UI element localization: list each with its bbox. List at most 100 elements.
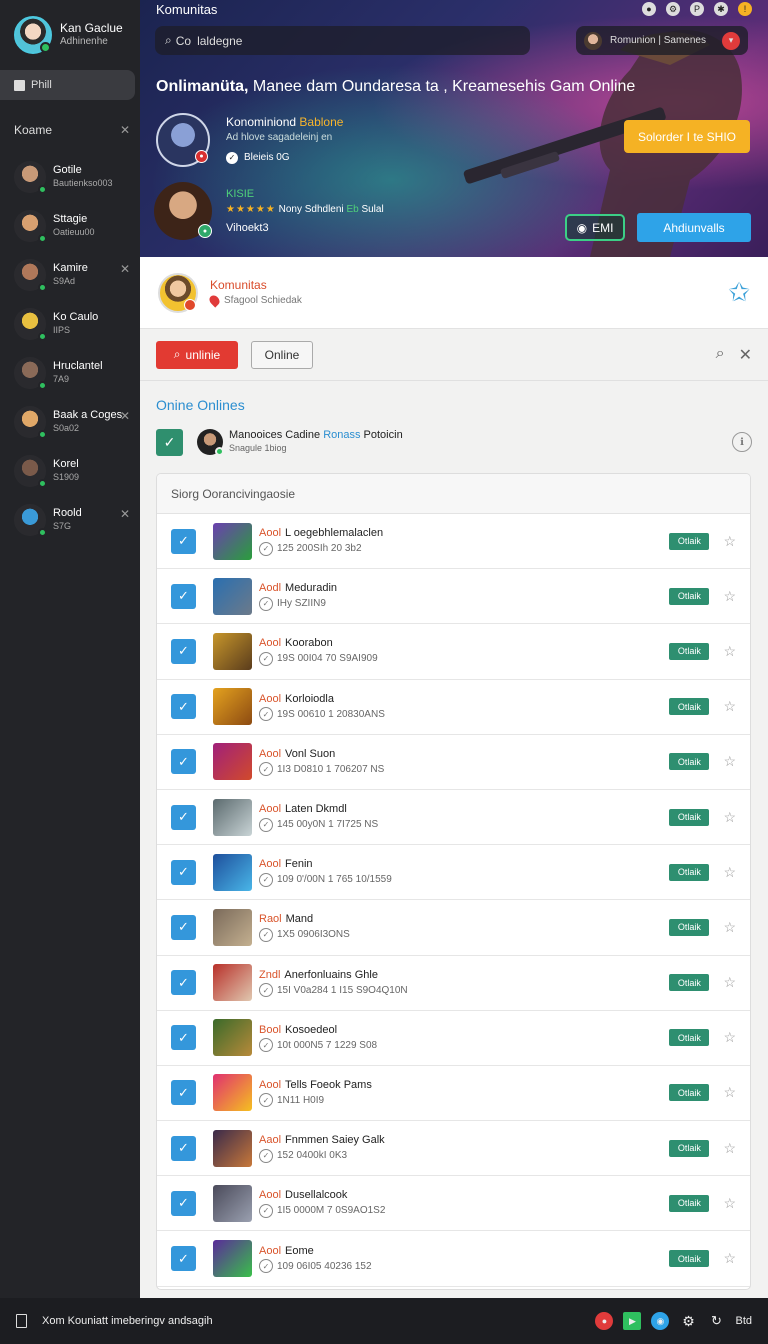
checkbox-checked-icon[interactable]: ✓ xyxy=(171,1135,196,1161)
checkbox-checked-icon[interactable]: ✓ xyxy=(171,583,196,609)
star-outline-icon[interactable]: ☆ xyxy=(723,919,736,936)
sidebar-item[interactable]: Kamire S9Ad ✕ xyxy=(0,250,140,299)
checkbox-checked-icon[interactable]: ✓ xyxy=(171,528,196,554)
sidebar-item[interactable]: Baak a Coges S0a02 ✕ xyxy=(0,397,140,446)
star-outline-icon[interactable]: ☆ xyxy=(723,643,736,660)
record-icon[interactable]: ● xyxy=(595,1312,614,1330)
star-outline-icon[interactable]: ☆ xyxy=(723,974,736,991)
play-icon[interactable]: ▶ xyxy=(623,1312,642,1330)
status-badge[interactable]: Otlaik xyxy=(669,1084,710,1102)
featured-member-2[interactable]: ● KISIE ★★★★★ Nony Sdhdleni Eb Sulal Vih… xyxy=(154,182,384,240)
file-icon[interactable] xyxy=(16,1314,27,1328)
contact-status: S7G xyxy=(53,520,72,531)
sidebar-item[interactable]: Hruclantel 7A9 xyxy=(0,348,140,397)
search-bar[interactable]: ⌕ Co xyxy=(155,26,530,55)
star-outline-icon[interactable]: ☆ xyxy=(723,1140,736,1157)
sidebar-item[interactable]: Roold S7G ✕ xyxy=(0,495,140,544)
star-outline-icon[interactable]: ☆ xyxy=(723,1084,736,1101)
emi-button[interactable]: ◉ EMI xyxy=(565,214,625,241)
table-row[interactable]: ✓ Aool Fenin ✓ 109 0'/00N 1 765 10/1559 Otlai… xyxy=(157,845,750,901)
checkbox-checked-icon[interactable]: ✓ xyxy=(171,1080,196,1106)
close-icon[interactable]: ✕ xyxy=(120,409,130,423)
sidebar-item[interactable]: Gotile Bautienkso003 xyxy=(0,152,140,201)
checkbox-checked-icon[interactable]: ✓ xyxy=(171,694,196,720)
close-icon[interactable]: ✕ xyxy=(120,507,130,521)
sidebar-primary-button[interactable]: Phill xyxy=(0,70,135,100)
status-badge[interactable]: Otlaik xyxy=(669,698,710,716)
checkbox-checked-icon[interactable]: ✓ xyxy=(171,638,196,664)
table-row[interactable]: ✓ Aool Eome ✓ 109 06I05 40236 152 Otlaik ☆ xyxy=(157,1231,750,1287)
checkbox-checked-icon[interactable]: ✓ xyxy=(156,428,183,456)
favorite-star-icon[interactable]: ✩ xyxy=(728,277,750,308)
sidebar-profile[interactable]: Kan Gaclue Adhinenhe xyxy=(0,0,140,70)
join-button[interactable]: Ahdiunvalls xyxy=(637,213,751,242)
gear-icon[interactable]: ✱ xyxy=(714,2,728,16)
status-badge[interactable]: Otlaik xyxy=(669,863,710,881)
checkbox-checked-icon[interactable]: ✓ xyxy=(171,804,196,830)
sidebar-item[interactable]: Sttagie Oatieuu00 xyxy=(0,201,140,250)
status-badge[interactable]: Otlaik xyxy=(669,974,710,992)
star-outline-icon[interactable]: ☆ xyxy=(723,809,736,826)
table-row[interactable]: ✓ Raol Mand ✓ 1X5 0906I3ONS Otlaik ☆ xyxy=(157,900,750,956)
checkbox-checked-icon[interactable]: ✓ xyxy=(171,1025,196,1051)
status-badge[interactable]: Otlaik xyxy=(669,587,710,605)
alert-icon[interactable]: ! xyxy=(738,2,752,16)
checkbox-checked-icon[interactable]: ✓ xyxy=(171,749,196,775)
status-badge[interactable]: Otlaik xyxy=(669,1250,710,1268)
close-icon[interactable]: ✕ xyxy=(120,123,130,137)
table-row[interactable]: ✓ Aool Tells Foeok Pams ✓ 1N11 H0I9 Otlaik ☆ xyxy=(157,1066,750,1122)
star-outline-icon[interactable]: ☆ xyxy=(723,1029,736,1046)
user-chip[interactable]: Romunion | Samenes ▾ xyxy=(576,26,748,55)
status-badge[interactable]: Otlaik xyxy=(669,918,710,936)
star-outline-icon[interactable]: ☆ xyxy=(723,533,736,550)
checkbox-checked-icon[interactable]: ✓ xyxy=(171,1190,196,1216)
table-row[interactable]: ✓ Aool Laten Dkmdl ✓ 145 00y0N 1 7I725 NS Otl… xyxy=(157,790,750,846)
sidebar-item[interactable]: Korel S1909 xyxy=(0,446,140,495)
table-row[interactable]: ✓ Aool Vonl Suon ✓ 1I3 D0810 1 706207 NS Otla… xyxy=(157,735,750,790)
star-outline-icon[interactable]: ☆ xyxy=(723,698,736,715)
status-badge[interactable]: Otlaik xyxy=(669,753,710,771)
close-icon[interactable]: ✕ xyxy=(739,345,752,365)
filter-primary-button[interactable]: ⌕ unlinie xyxy=(156,340,238,369)
table-row[interactable]: ✓ Aool Korloiodla ✓ 19S 00610 1 20830ANS Otla… xyxy=(157,680,750,735)
table-row[interactable]: ✓ Aodl Meduradin ✓ IHy SZIIN9 Otlaik ☆ xyxy=(157,569,750,625)
gear-icon[interactable]: ⚙ xyxy=(679,1312,697,1330)
star-outline-icon[interactable]: ☆ xyxy=(723,753,736,770)
table-row[interactable]: ✓ Aaol Fnmmen Saiey Galk ✓ 152 0400kI 0K3 Otl… xyxy=(157,1121,750,1177)
status-badge[interactable]: Otlaik xyxy=(669,642,710,660)
featured-member-1[interactable]: ● Konominiond Bablone Ad hlove sagadelei… xyxy=(156,113,343,167)
star-outline-icon[interactable]: ☆ xyxy=(723,1195,736,1212)
search-input[interactable] xyxy=(197,33,518,48)
close-icon[interactable]: ✕ xyxy=(120,262,130,276)
featured-avatar-1: ● xyxy=(156,113,210,167)
star-outline-icon[interactable]: ☆ xyxy=(723,588,736,605)
table-row[interactable]: ✓ Aool Dusellalcook ✓ 1I5 0000M 7 0S9AO1S2 Ot… xyxy=(157,1176,750,1232)
info-icon[interactable]: ℹ xyxy=(732,432,752,452)
table-row[interactable]: ✓ Aool L oegebhlemalaclen ✓ 125 200SIh 20 3b… xyxy=(157,514,750,570)
shield-icon[interactable]: ▾ xyxy=(722,31,740,50)
table-row[interactable]: ✓ Zndl Anerfonluains Ghle ✓ 15I V0a284 1 I15… xyxy=(157,956,750,1011)
checkbox-checked-icon[interactable]: ✓ xyxy=(171,970,196,996)
status-badge[interactable]: Otlaik xyxy=(669,1139,710,1157)
filter-online-button[interactable]: Online xyxy=(251,340,313,369)
checkbox-checked-icon[interactable]: ✓ xyxy=(171,859,196,885)
table-row[interactable]: ✓ Aool Koorabon ✓ 19S 00I04 70 S9AI909 Otlaik… xyxy=(157,624,750,680)
refresh-icon[interactable]: ↻ xyxy=(707,1312,725,1330)
subscribe-button[interactable]: Solorder I te SHIO xyxy=(624,120,750,153)
notification-icon[interactable]: ● xyxy=(642,2,656,16)
star-outline-icon[interactable]: ☆ xyxy=(723,864,736,881)
checkbox-checked-icon[interactable]: ✓ xyxy=(171,1246,196,1272)
pin-icon[interactable]: P xyxy=(690,2,704,16)
search-icon[interactable]: ⌕ xyxy=(716,345,725,365)
table-row[interactable]: ✓ Bool Kosoedeol ✓ 10t 000N5 7 1229 S08 Otlai… xyxy=(157,1011,750,1066)
star-outline-icon[interactable]: ☆ xyxy=(723,1250,736,1267)
status-badge[interactable]: Otlaik xyxy=(669,1029,710,1047)
status-badge[interactable]: Otlaik xyxy=(669,808,710,826)
sidebar-item[interactable]: Ko Caulo IIPS xyxy=(0,299,140,348)
status-badge[interactable]: Otlaik xyxy=(669,1194,710,1212)
globe-icon[interactable]: ◉ xyxy=(651,1312,670,1330)
checkbox-checked-icon[interactable]: ✓ xyxy=(171,914,196,940)
settings-icon[interactable]: ⚙ xyxy=(666,2,680,16)
status-badge[interactable]: Otlaik xyxy=(669,532,710,550)
moderator-row[interactable]: ✓ Manooices Cadine Ronass Potoicin Snagu… xyxy=(156,427,752,457)
